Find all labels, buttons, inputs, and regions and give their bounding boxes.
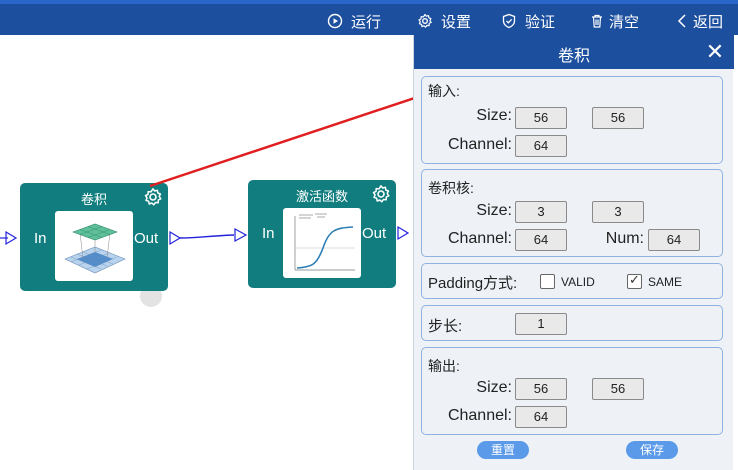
left-edge-arrow-icon [0,230,18,246]
trash-icon [589,13,605,29]
panel-header: 卷积 ✕ [414,35,734,69]
same-checkbox[interactable]: ✓ [627,272,642,289]
activation-out-arrow-icon [397,225,410,241]
verify-label: 验证 [525,13,556,31]
verify-button[interactable]: 验证 [501,8,555,34]
activation-out-port[interactable]: Out [362,225,386,242]
close-icon[interactable]: ✕ [704,41,726,63]
valid-label: VALID [561,275,595,289]
stride-group: 步长: 1 [421,305,723,341]
kernel-num-label: Num: [605,230,644,247]
output-channel-label: Channel: [447,407,512,424]
clear-button[interactable]: 清空 [589,8,639,34]
properties-panel: 卷积 ✕ 输入: Size: 56 56 Channel: 64 卷积核: Si… [413,35,734,470]
conv-thumbnail-icon [55,211,133,281]
sigmoid-curve-icon [283,208,361,278]
panel-title: 卷积 [557,48,590,65]
play-circle-icon [327,13,343,29]
input-size-width-field[interactable]: 56 [515,107,567,129]
input-channel-field[interactable]: 64 [515,135,567,157]
kernel-channel-field[interactable]: 64 [515,229,567,251]
output-group: 输出: Size: 56 56 Channel: 64 [421,347,723,435]
output-channel-field[interactable]: 64 [515,406,567,428]
output-size-label: Size: [476,379,512,396]
kernel-size-label: Size: [476,202,512,219]
output-group-label: 输出: [428,358,460,374]
input-size-label: Size: [476,107,512,124]
padding-group: Padding方式: VALID ✓ SAME [421,263,723,299]
activation-in-port[interactable]: In [262,225,275,242]
conv-node[interactable]: 卷积 In Out [20,183,168,291]
clear-label: 清空 [609,13,640,31]
gear-icon[interactable] [143,187,163,207]
chevron-left-icon [677,13,687,29]
kernel-num-field[interactable]: 64 [648,229,700,251]
kernel-group-label: 卷积核: [428,180,474,196]
kernel-size-height-field[interactable]: 3 [592,201,644,223]
workflow-editor: 运行 设置 验证 清空 返回 卷积 In Out 激活函数 In Out 卷积 … [0,0,738,470]
valid-checkbox[interactable] [540,274,555,289]
stride-field[interactable]: 1 [515,313,567,335]
activation-node[interactable]: 激活函数 In Out [248,180,396,288]
conv-out-port[interactable]: Out [134,230,158,247]
run-button[interactable]: 运行 [327,8,381,34]
top-toolbar: 运行 设置 验证 清空 返回 [0,0,738,35]
checkmark-icon: ✓ [629,272,640,287]
kernel-channel-label: Channel: [447,230,512,247]
back-label: 返回 [693,13,724,31]
settings-label: 设置 [441,13,472,31]
output-size-height-field[interactable]: 56 [592,378,644,400]
reset-button[interactable]: 重置 [477,441,529,459]
conv-in-port[interactable]: In [34,230,47,247]
output-size-width-field[interactable]: 56 [515,378,567,400]
input-group-label: 输入: [428,83,460,99]
back-button[interactable]: 返回 [677,8,723,34]
input-group: 输入: Size: 56 56 Channel: 64 [421,76,723,164]
kernel-group: 卷积核: Size: 3 3 Channel: 64 Num: 64 [421,169,723,257]
input-size-height-field[interactable]: 56 [592,107,644,129]
wire-conv-to-activation[interactable] [169,227,248,246]
gear-icon [417,13,433,29]
settings-button[interactable]: 设置 [417,8,471,34]
input-channel-label: Channel: [447,136,512,153]
stride-label: 步长: [428,318,463,335]
gear-icon[interactable] [371,184,391,204]
shield-check-icon [501,13,517,29]
kernel-size-width-field[interactable]: 3 [515,201,567,223]
padding-label: Padding方式: [428,275,518,292]
same-label: SAME [648,275,683,289]
run-label: 运行 [351,13,382,31]
save-button[interactable]: 保存 [626,441,678,459]
